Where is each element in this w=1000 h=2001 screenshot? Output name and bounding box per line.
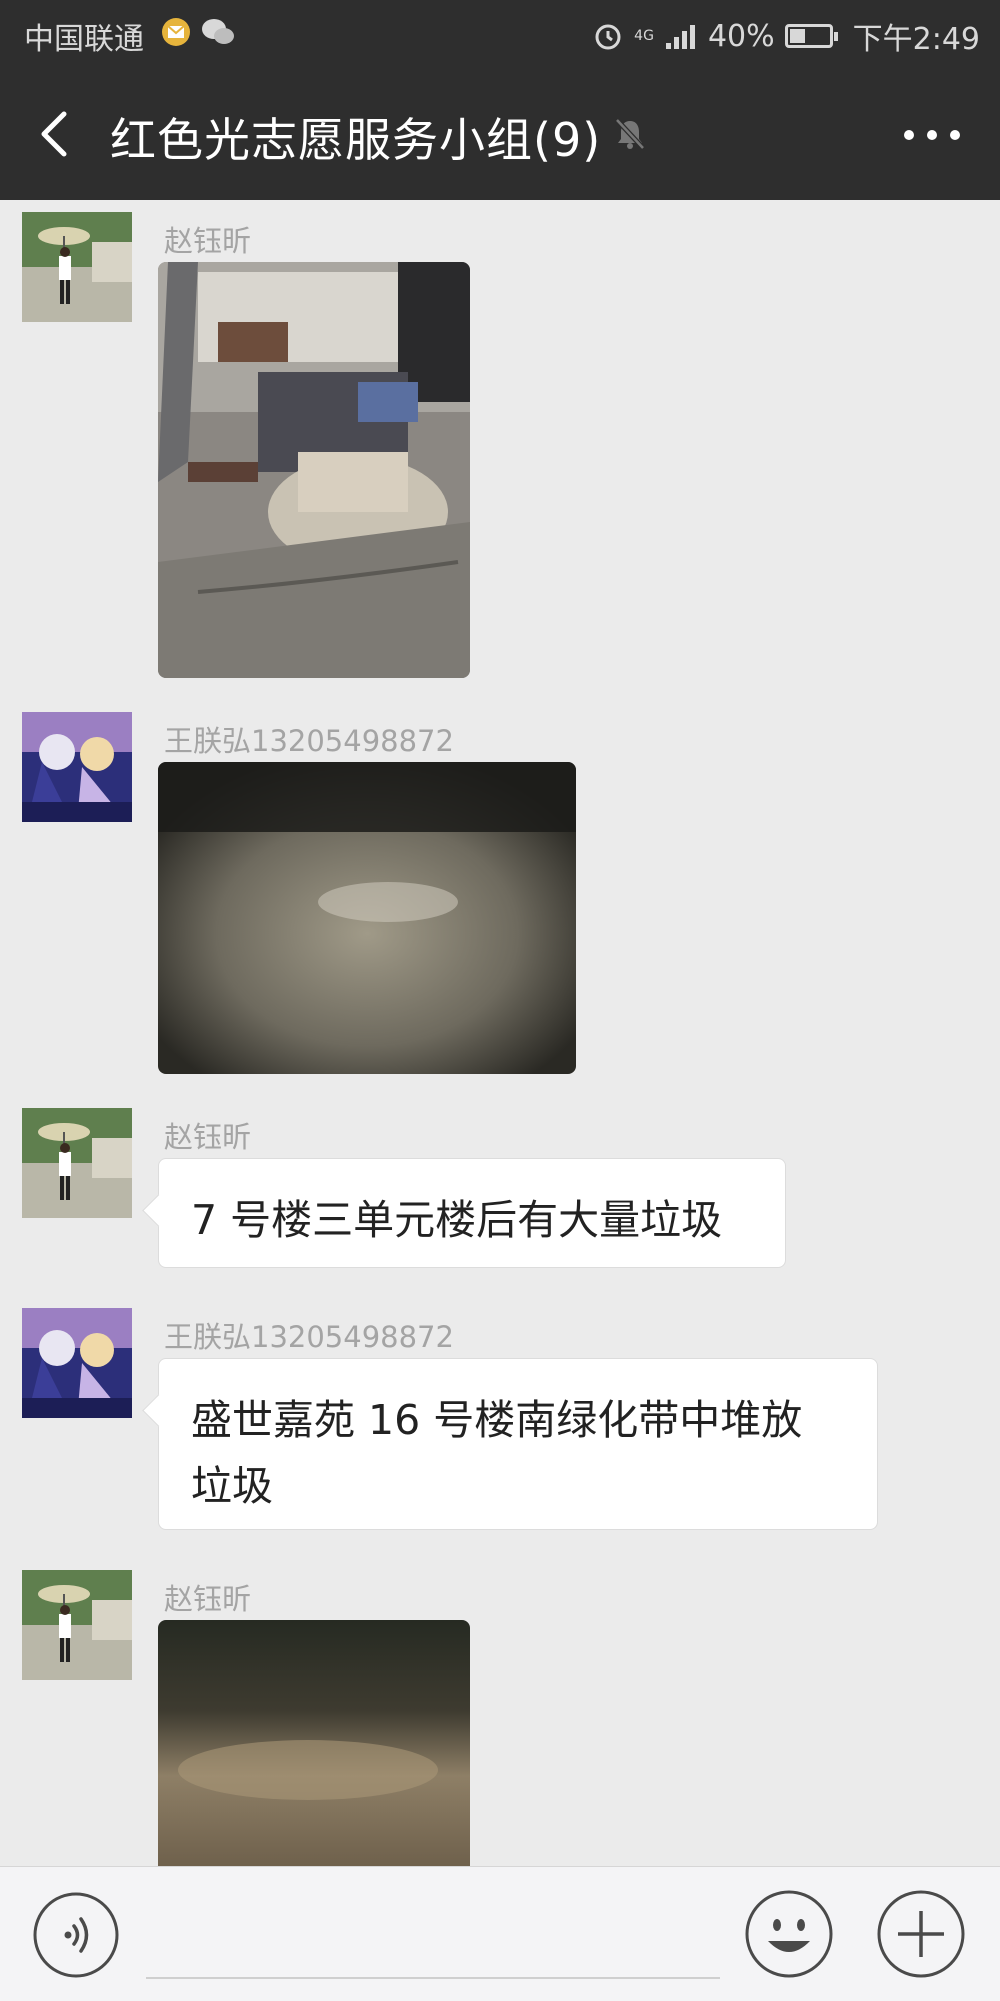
emoji-icon[interactable] <box>744 1889 834 1979</box>
voice-icon[interactable] <box>32 1891 120 1979</box>
avatar[interactable] <box>22 1108 132 1218</box>
more-dots-icon[interactable] <box>902 128 962 142</box>
avatar[interactable] <box>22 212 132 322</box>
message-text-line-1: 盛世嘉苑 16 号楼南绿化带中堆放 <box>191 1396 803 1444</box>
sender-name: 王朕弘13205498872 <box>164 724 454 758</box>
message-input[interactable] <box>146 1977 720 1979</box>
battery-percent: 40% <box>707 18 775 54</box>
sender-name: 王朕弘13205498872 <box>164 1320 454 1354</box>
mail-notification-icon <box>162 18 190 46</box>
avatar[interactable] <box>22 712 132 822</box>
input-bar <box>0 1866 1000 2001</box>
clock: 下午2:49 <box>852 22 980 57</box>
avatar[interactable] <box>22 1570 132 1680</box>
message-photo[interactable] <box>158 762 576 1074</box>
message-text-line-2: 垃圾 <box>191 1462 273 1510</box>
message-text: 7 号楼三单元楼后有大量垃圾 <box>191 1196 723 1244</box>
sender-name: 赵钰昕 <box>164 1120 252 1154</box>
wechat-notification-icon <box>202 19 234 44</box>
plus-icon[interactable] <box>876 1889 966 1979</box>
signal-icon <box>665 25 695 49</box>
carrier-name: 中国联通 <box>24 22 144 57</box>
message-photo[interactable] <box>158 262 470 678</box>
back-arrow-icon[interactable] <box>30 106 80 162</box>
network-type: 4G <box>634 28 654 44</box>
sender-name: 赵钰昕 <box>164 224 252 258</box>
chat-title: 红色光志愿服务小组(9) <box>110 113 602 167</box>
alarm-icon <box>595 24 621 50</box>
text-message-bubble[interactable]: 7 号楼三单元楼后有大量垃圾 <box>158 1158 786 1268</box>
sender-name: 赵钰昕 <box>164 1582 252 1616</box>
mute-bell-icon <box>615 118 645 150</box>
chat-header: 红色光志愿服务小组(9) <box>0 68 1000 200</box>
text-message-bubble[interactable]: 盛世嘉苑 16 号楼南绿化带中堆放 垃圾 <box>158 1358 878 1530</box>
battery-icon <box>784 24 838 48</box>
message-photo[interactable] <box>158 1620 470 1866</box>
avatar[interactable] <box>22 1308 132 1418</box>
status-right: 4G 40% 下午2:49 <box>592 14 980 58</box>
status-bar: 中国联通 4G 40% 下午2:49 <box>0 0 1000 68</box>
message-list[interactable]: 赵钰昕 王朕弘13205498872 赵钰昕 7 号楼三单元楼后有大量垃圾 王朕… <box>0 200 1000 1866</box>
